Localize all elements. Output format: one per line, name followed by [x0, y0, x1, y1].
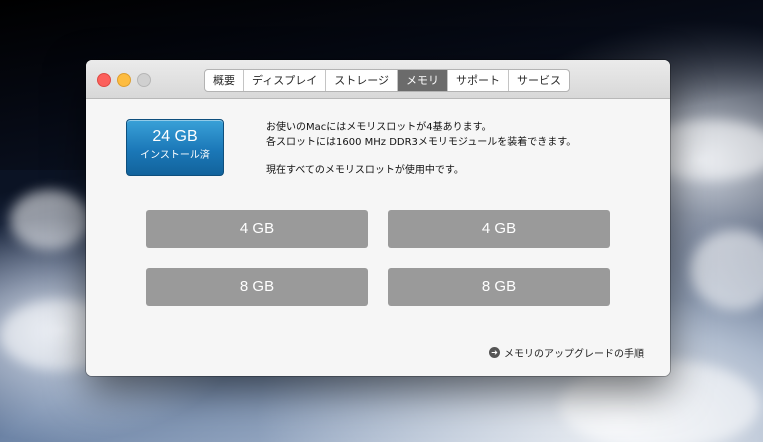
- tab-memory[interactable]: メモリ: [398, 70, 449, 91]
- tab-support[interactable]: サポート: [448, 70, 510, 91]
- tab-service[interactable]: サービス: [509, 70, 569, 91]
- slot-spec-text: 各スロットには1600 MHz DDR3メモリモジュールを装着できます。: [266, 137, 577, 148]
- memory-panel: 24 GB インストール済 お使いのMacにはメモリスロットが4基あります。 各…: [86, 99, 670, 376]
- arrow-right-circle-icon: ➜: [489, 347, 500, 358]
- close-window-button[interactable]: [97, 73, 111, 87]
- memory-installed-label: インストール済: [140, 150, 210, 161]
- window-titlebar[interactable]: 概要 ディスプレイ ストレージ メモリ サポート サービス: [86, 60, 670, 99]
- tab-bar: 概要 ディスプレイ ストレージ メモリ サポート サービス: [204, 69, 571, 92]
- minimize-window-button[interactable]: [117, 73, 131, 87]
- memory-total-value: 24 GB: [152, 128, 198, 145]
- tab-overview[interactable]: 概要: [205, 70, 244, 91]
- about-this-mac-window: 概要 ディスプレイ ストレージ メモリ サポート サービス 24 GB インスト…: [86, 60, 670, 376]
- memory-slot-1: 4 GB: [146, 210, 368, 248]
- memory-slot-2: 4 GB: [388, 210, 610, 248]
- memory-upgrade-label: メモリのアップグレードの手順: [504, 349, 644, 360]
- tab-displays[interactable]: ディスプレイ: [244, 70, 327, 91]
- tab-storage[interactable]: ストレージ: [326, 70, 399, 91]
- memory-info-text: お使いのMacにはメモリスロットが4基あります。 各スロットには1600 MHz…: [266, 120, 646, 178]
- memory-slot-4: 8 GB: [388, 268, 610, 306]
- memory-upgrade-link[interactable]: ➜ メモリのアップグレードの手順: [489, 345, 644, 360]
- zoom-window-button[interactable]: [137, 73, 151, 87]
- slot-status-text: 現在すべてのメモリスロットが使用中です。: [266, 165, 464, 176]
- memory-slot-3: 8 GB: [146, 268, 368, 306]
- memory-total-badge: 24 GB インストール済: [126, 119, 224, 176]
- slot-count-text: お使いのMacにはメモリスロットが4基あります。: [266, 122, 492, 133]
